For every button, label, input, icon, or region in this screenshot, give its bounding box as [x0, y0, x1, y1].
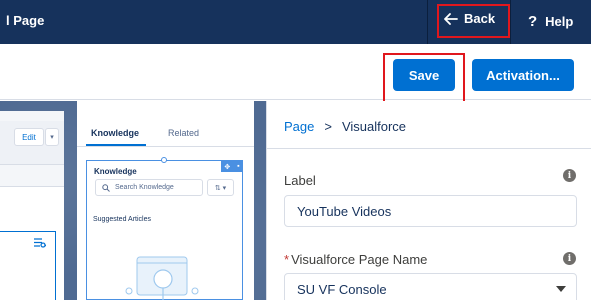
component-tools[interactable]: ✥ ▪ — [221, 161, 243, 172]
chevron-down-icon — [556, 286, 566, 292]
back-button[interactable]: Back — [444, 11, 495, 26]
help-button-content[interactable]: ? Help — [528, 13, 573, 30]
question-mark-icon: ? — [528, 13, 538, 30]
visualforce-page-name-label: * Visualforce Page Name — [284, 252, 427, 267]
help-label: Help — [545, 14, 574, 29]
tab-related[interactable]: Related — [168, 128, 199, 138]
knowledge-card[interactable]: Knowledge Related ✥ ▪ Knowledge Search K… — [77, 101, 254, 300]
lightning-app-builder: l Page Back ? Help Save Activation... Ed… — [0, 0, 591, 300]
breadcrumb-separator: > — [324, 119, 332, 134]
panel-divider — [267, 148, 591, 149]
save-button[interactable]: Save — [393, 59, 455, 91]
back-label: Back — [464, 11, 496, 26]
app-title: l Page — [6, 13, 45, 28]
tab-bar: Knowledge Related — [77, 121, 254, 147]
activation-button[interactable]: Activation... — [472, 59, 574, 91]
tab-active-indicator — [86, 144, 146, 146]
sort-icon: ⇅ ▾ — [214, 184, 227, 192]
component-title: Knowledge — [94, 167, 137, 176]
sort-button[interactable]: ⇅ ▾ — [207, 179, 234, 196]
visualforce-page-name-text: Visualforce Page Name — [291, 252, 428, 267]
suggested-articles-label: Suggested Articles — [93, 216, 151, 223]
info-icon[interactable]: i — [563, 252, 576, 265]
tab-knowledge[interactable]: Knowledge — [91, 128, 139, 138]
required-indicator: * — [284, 252, 290, 267]
visualforce-page-select[interactable]: SU VF Console — [284, 273, 577, 300]
search-icon — [102, 183, 110, 192]
page-canvas: Edit ▾ Knowledge Related ✥ ▪ Knowledge S — [0, 101, 266, 300]
list-icon[interactable] — [34, 238, 47, 251]
breadcrumb-link-page[interactable]: Page — [284, 119, 314, 134]
breadcrumb: Page > Visualforce — [284, 119, 406, 134]
search-placeholder: Search Knowledge — [115, 184, 174, 191]
drag-handle[interactable] — [161, 157, 167, 163]
left-selected-component[interactable] — [0, 231, 56, 300]
chevron-down-icon[interactable]: ▾ — [45, 128, 59, 146]
knowledge-search-input[interactable]: Search Knowledge — [95, 179, 203, 196]
arrow-left-icon — [444, 12, 458, 25]
delete-icon[interactable]: ▪ — [237, 163, 239, 170]
label-field-label: Label — [284, 173, 316, 188]
edit-button[interactable]: Edit — [14, 128, 44, 146]
select-value: SU VF Console — [297, 281, 387, 297]
info-icon[interactable]: i — [563, 169, 576, 182]
breadcrumb-current: Visualforce — [341, 119, 407, 134]
label-input[interactable]: YouTube Videos — [284, 195, 577, 227]
move-icon[interactable]: ✥ — [224, 163, 230, 171]
property-panel: Page > Visualforce Label i YouTube Video… — [266, 101, 591, 300]
empty-state-illustration — [125, 256, 199, 300]
